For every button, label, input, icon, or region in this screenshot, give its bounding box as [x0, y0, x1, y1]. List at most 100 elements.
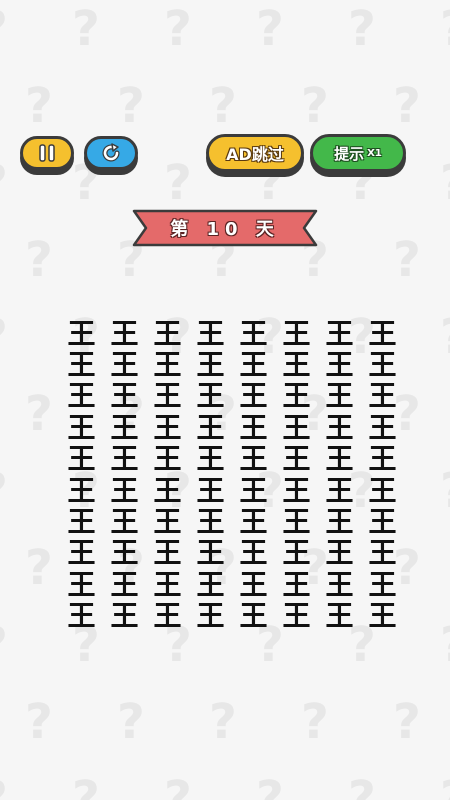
hint-button[interactable]: 提示 X1: [310, 134, 406, 172]
grid-cell[interactable]: 王: [189, 318, 232, 349]
grid-cell[interactable]: 王: [146, 444, 189, 475]
grid-cell[interactable]: 王: [146, 412, 189, 443]
grid-cell[interactable]: 王: [318, 475, 361, 506]
grid-cell[interactable]: 王: [275, 538, 318, 569]
grid-cell[interactable]: 王: [232, 412, 275, 443]
grid-cell[interactable]: 王: [60, 538, 103, 569]
grid-cell[interactable]: 王: [318, 444, 361, 475]
grid-cell[interactable]: 王: [232, 349, 275, 380]
question-mark-icon: ?: [440, 621, 450, 669]
question-mark-icon: ?: [440, 5, 450, 53]
grid-cell[interactable]: 王: [60, 381, 103, 412]
grid-cell[interactable]: 王: [146, 475, 189, 506]
ad-skip-button[interactable]: AD跳过: [206, 134, 304, 172]
grid-cell[interactable]: 王: [189, 475, 232, 506]
grid-cell[interactable]: 王: [361, 506, 404, 537]
question-mark-icon: ?: [209, 78, 237, 134]
question-mark-icon: ?: [0, 775, 8, 800]
grid-cell[interactable]: 王: [103, 538, 146, 569]
question-mark-icon: ?: [164, 1, 192, 57]
question-mark-icon: ?: [301, 78, 329, 134]
question-mark-icon: ?: [256, 771, 284, 800]
grid-cell[interactable]: 王: [146, 538, 189, 569]
grid-cell[interactable]: 王: [189, 506, 232, 537]
grid-cell[interactable]: 王: [318, 381, 361, 412]
grid-cell[interactable]: 王: [146, 349, 189, 380]
grid-cell[interactable]: 王: [275, 412, 318, 443]
grid-cell[interactable]: 王: [232, 318, 275, 349]
grid-cell[interactable]: 王: [361, 601, 404, 632]
grid-cell[interactable]: 王: [60, 349, 103, 380]
grid-cell[interactable]: 王: [60, 412, 103, 443]
grid-cell[interactable]: 王: [361, 444, 404, 475]
grid-cell[interactable]: 王: [318, 318, 361, 349]
question-mark-icon: ?: [117, 694, 145, 750]
grid-cell[interactable]: 王: [232, 381, 275, 412]
grid-cell[interactable]: 王: [318, 412, 361, 443]
grid-cell[interactable]: 王: [361, 569, 404, 600]
restart-button[interactable]: [84, 136, 138, 170]
grid-cell[interactable]: 王: [103, 349, 146, 380]
character-grid: 王王王王王王王王王王王王王王王王王王王王王王王王王王王王王王王王王王王王王王王王…: [60, 318, 404, 632]
grid-cell[interactable]: 王: [232, 601, 275, 632]
grid-cell[interactable]: 王: [232, 444, 275, 475]
grid-cell[interactable]: 王: [189, 601, 232, 632]
grid-cell[interactable]: 王: [275, 318, 318, 349]
grid-cell[interactable]: 王: [318, 349, 361, 380]
hint-label: 提示: [334, 144, 365, 163]
grid-cell[interactable]: 王: [361, 318, 404, 349]
grid-cell[interactable]: 王: [146, 506, 189, 537]
grid-cell[interactable]: 王: [232, 538, 275, 569]
grid-cell[interactable]: 王: [275, 444, 318, 475]
grid-cell[interactable]: 王: [361, 412, 404, 443]
grid-cell[interactable]: 王: [103, 569, 146, 600]
grid-cell[interactable]: 王: [103, 506, 146, 537]
grid-cell[interactable]: 王: [189, 444, 232, 475]
grid-cell[interactable]: 王: [103, 381, 146, 412]
question-mark-icon: ?: [25, 386, 53, 442]
grid-cell[interactable]: 王: [60, 475, 103, 506]
grid-cell[interactable]: 王: [189, 349, 232, 380]
question-mark-icon: ?: [25, 232, 53, 288]
grid-cell[interactable]: 王: [275, 381, 318, 412]
question-mark-icon: ?: [72, 771, 100, 800]
question-mark-icon: ?: [393, 78, 421, 134]
grid-cell[interactable]: 王: [103, 601, 146, 632]
grid-cell[interactable]: 王: [275, 506, 318, 537]
grid-cell[interactable]: 王: [146, 569, 189, 600]
grid-cell[interactable]: 王: [318, 601, 361, 632]
grid-cell[interactable]: 王: [275, 475, 318, 506]
grid-cell[interactable]: 王: [361, 381, 404, 412]
grid-cell[interactable]: 王: [60, 318, 103, 349]
grid-cell[interactable]: 王: [361, 475, 404, 506]
grid-cell[interactable]: 王: [103, 444, 146, 475]
grid-cell[interactable]: 王: [232, 475, 275, 506]
grid-cell[interactable]: 王: [189, 412, 232, 443]
grid-cell[interactable]: 王: [146, 381, 189, 412]
grid-cell[interactable]: 王: [189, 538, 232, 569]
grid-cell[interactable]: 王: [103, 475, 146, 506]
grid-cell[interactable]: 王: [318, 506, 361, 537]
grid-cell[interactable]: 王: [275, 569, 318, 600]
grid-cell[interactable]: 王: [60, 569, 103, 600]
grid-cell[interactable]: 王: [60, 506, 103, 537]
grid-cell[interactable]: 王: [189, 381, 232, 412]
grid-cell[interactable]: 王: [60, 601, 103, 632]
grid-cell[interactable]: 王: [232, 569, 275, 600]
grid-cell[interactable]: 王: [60, 444, 103, 475]
grid-cell[interactable]: 王: [318, 538, 361, 569]
pause-button[interactable]: [20, 136, 74, 170]
grid-cell[interactable]: 王: [275, 601, 318, 632]
question-mark-icon: ?: [117, 78, 145, 134]
question-mark-icon: ?: [348, 771, 376, 800]
grid-cell[interactable]: 王: [103, 318, 146, 349]
grid-cell[interactable]: 王: [361, 538, 404, 569]
grid-cell[interactable]: 王: [103, 412, 146, 443]
grid-cell[interactable]: 王: [189, 569, 232, 600]
grid-cell[interactable]: 王: [275, 349, 318, 380]
grid-cell[interactable]: 王: [361, 349, 404, 380]
grid-cell[interactable]: 王: [232, 506, 275, 537]
grid-cell[interactable]: 王: [146, 318, 189, 349]
grid-cell[interactable]: 王: [146, 601, 189, 632]
grid-cell[interactable]: 王: [318, 569, 361, 600]
